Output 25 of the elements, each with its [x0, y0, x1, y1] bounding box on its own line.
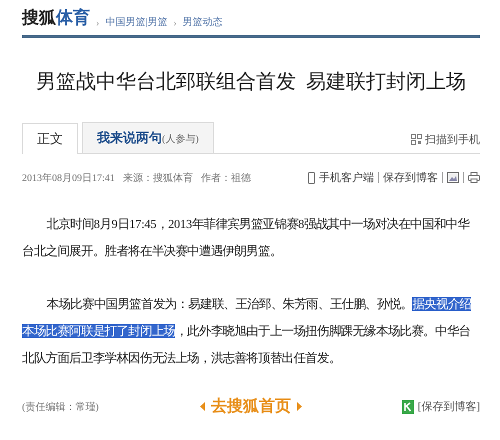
article-title: 男篮战中华台北郅联组合首发 易建联打封闭上场: [36, 70, 466, 95]
phone-icon: [308, 172, 315, 184]
breadcrumb-link[interactable]: 男篮动态: [182, 15, 223, 29]
publish-time: 2013年08月09日17:41: [22, 172, 115, 184]
site-logo[interactable]: 搜狐体育: [22, 6, 90, 29]
article-source: 来源：搜狐体育: [122, 172, 193, 184]
article-author: 作者：祖德: [200, 172, 251, 184]
tab[interactable]: 正文: [22, 123, 78, 154]
left-caret-icon: [200, 402, 205, 411]
article-action-link[interactable]: 手机客户端: [319, 170, 374, 185]
scan-to-phone-link[interactable]: 扫描到手机: [425, 132, 480, 147]
qr-code-icon: [411, 134, 422, 145]
save-to-blog-link[interactable]: [保存到博客]: [418, 399, 480, 414]
breadcrumb-separator: ›: [173, 18, 177, 29]
blog-icon: [402, 400, 414, 414]
article-paragraph: 北京时间8月9日17:45，2013年菲律宾男篮亚锦赛8强战其中一场对决在中国和中华台北之间展开。胜者将在半决赛中遭遇伊朗男篮。: [22, 216, 471, 260]
tab[interactable]: 我来说两句(人参与): [82, 122, 214, 153]
article-paragraph: 本场比赛中国男篮首发为：易建联、王治郅、朱芳雨、王仕鹏、孙悦。据央视介绍本场比赛阿联是打了封闭上场，此外李晓旭由于上一场扭伤脚踝无缘本场比赛。中华台北队方面后卫李学林因伤无法上场，洪志善将顶替出任首发。: [22, 296, 472, 367]
right-caret-icon: [297, 402, 302, 411]
print-icon[interactable]: [468, 172, 480, 183]
editor-credit: (责任编辑：常瑾): [22, 400, 100, 414]
image-icon[interactable]: [447, 172, 459, 183]
article-action-link[interactable]: 保存到博客: [383, 170, 438, 185]
breadcrumb-separator: ›: [96, 18, 100, 29]
breadcrumb-link[interactable]: 中国男篮|男篮: [105, 15, 168, 29]
